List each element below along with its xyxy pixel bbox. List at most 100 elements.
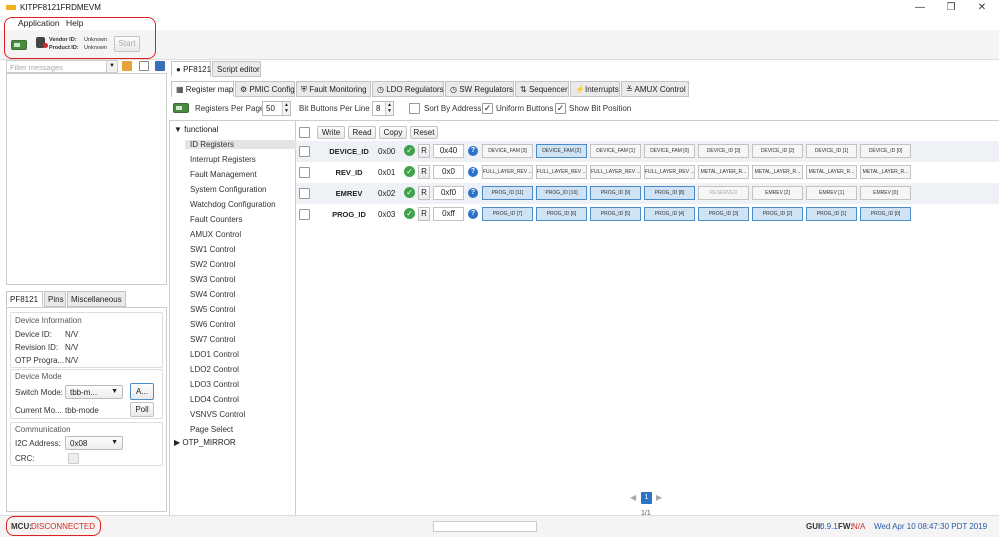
close-button[interactable]: ✕: [972, 1, 992, 15]
tree-item[interactable]: SW3 Control: [190, 275, 235, 284]
tab-script-editor[interactable]: Script editor: [212, 61, 261, 77]
show-bit-position-checkbox[interactable]: ✓: [555, 103, 566, 114]
spinner-arrows-icon[interactable]: ▲ ▼: [282, 102, 290, 115]
i2c-address-select[interactable]: 0x08 ▼: [65, 436, 123, 450]
tree-item[interactable]: System Configuration: [190, 185, 266, 194]
bit-button[interactable]: DEVICE_FAM [2]: [536, 144, 587, 158]
tree-item[interactable]: SW2 Control: [190, 260, 235, 269]
bit-buttons-per-line-spinner[interactable]: 8 ▲ ▼: [372, 101, 394, 116]
clear-messages-icon[interactable]: [122, 61, 132, 71]
bit-button[interactable]: METAL_LAYER_R...: [752, 165, 803, 179]
help-icon[interactable]: ?: [468, 167, 478, 177]
tab-pf8121-left[interactable]: PF8121: [6, 291, 43, 307]
tree-item[interactable]: SW4 Control: [190, 290, 235, 299]
help-icon[interactable]: ?: [468, 209, 478, 219]
row-select-checkbox[interactable]: [299, 146, 310, 157]
tab-pins[interactable]: Pins: [44, 291, 66, 307]
tree-item[interactable]: SW1 Control: [190, 245, 235, 254]
bit-button[interactable]: PROG_ID [10]: [536, 186, 587, 200]
bit-button[interactable]: PROG_ID [0]: [860, 207, 911, 221]
tree-item[interactable]: LDO1 Control: [190, 350, 239, 359]
bit-button[interactable]: RESERVED: [698, 186, 749, 200]
prev-page-icon[interactable]: ◀: [630, 493, 636, 502]
tree-item[interactable]: VSNVS Control: [190, 410, 245, 419]
next-page-icon[interactable]: ▶: [656, 493, 662, 502]
tree-item[interactable]: LDO3 Control: [190, 380, 239, 389]
reset-button[interactable]: Reset: [410, 126, 438, 139]
tree-group-functional[interactable]: ▼ functional: [174, 125, 218, 134]
write-button[interactable]: Write: [317, 126, 345, 139]
bit-button[interactable]: PROG_ID [4]: [644, 207, 695, 221]
bit-button[interactable]: PROG_ID [2]: [752, 207, 803, 221]
minimize-button[interactable]: —: [910, 1, 930, 15]
tab-pmic-config[interactable]: ⚙ PMIC Config: [235, 81, 295, 97]
bit-button[interactable]: EMREV [2]: [752, 186, 803, 200]
bit-button[interactable]: EMREV [0]: [860, 186, 911, 200]
poll-button[interactable]: Poll: [130, 402, 154, 417]
select-all-checkbox[interactable]: [299, 127, 310, 138]
tree-item[interactable]: AMUX Control: [190, 230, 241, 239]
uniform-buttons-checkbox[interactable]: ✓: [482, 103, 493, 114]
bit-button[interactable]: FULL_LAYER_REV ...: [644, 165, 695, 179]
bit-button[interactable]: DEVICE_FAM [3]: [482, 144, 533, 158]
row-select-checkbox[interactable]: [299, 188, 310, 199]
bit-button[interactable]: DEVICE_FAM [0]: [644, 144, 695, 158]
row-select-checkbox[interactable]: [299, 209, 310, 220]
bit-button[interactable]: PROG_ID [11]: [482, 186, 533, 200]
switch-mode-select[interactable]: tbb-m... ▼: [65, 385, 123, 399]
bit-button[interactable]: DEVICE_ID [1]: [806, 144, 857, 158]
tree-item[interactable]: Watchdog Configuration: [190, 200, 276, 209]
read-button[interactable]: Read: [348, 126, 376, 139]
read-register-button[interactable]: R: [418, 207, 430, 221]
spinner-arrows-icon[interactable]: ▲ ▼: [385, 102, 393, 115]
row-select-checkbox[interactable]: [299, 167, 310, 178]
page-number-button[interactable]: 1: [641, 492, 652, 504]
tree-item[interactable]: Interrupt Registers: [190, 155, 256, 164]
tab-fault-monitoring[interactable]: ⛨ Fault Monitoring: [296, 81, 371, 97]
tree-item[interactable]: SW7 Control: [190, 335, 235, 344]
bit-button[interactable]: METAL_LAYER_R...: [806, 165, 857, 179]
tab-amux-control[interactable]: ≚ AMUX Control: [621, 81, 689, 97]
bit-button[interactable]: FULL_LAYER_REV ...: [536, 165, 587, 179]
bit-button[interactable]: PROG_ID [9]: [590, 186, 641, 200]
apply-mode-button[interactable]: A...: [130, 383, 154, 400]
filter-messages-input[interactable]: Filter messages: [6, 60, 118, 73]
tree-item[interactable]: LDO4 Control: [190, 395, 239, 404]
tree-item[interactable]: LDO2 Control: [190, 365, 239, 374]
help-icon[interactable]: ?: [468, 188, 478, 198]
bit-button[interactable]: DEVICE_FAM [1]: [590, 144, 641, 158]
tree-item[interactable]: Fault Counters: [190, 215, 242, 224]
tab-interrupts[interactable]: ⚡Interrupts: [570, 81, 620, 97]
bit-button[interactable]: DEVICE_ID [0]: [860, 144, 911, 158]
copy-button[interactable]: Copy: [379, 126, 407, 139]
tab-sw-regulators[interactable]: ◷ SW Regulators: [445, 81, 514, 97]
tab-sequencer[interactable]: ⇅ Sequencer: [515, 81, 569, 97]
bit-button[interactable]: PROG_ID [3]: [698, 207, 749, 221]
bit-button[interactable]: FULL_LAYER_REV ...: [590, 165, 641, 179]
register-value-input[interactable]: 0x0: [433, 165, 464, 179]
tree-group-otp-mirror[interactable]: ▶ OTP_MIRROR: [174, 438, 236, 447]
tab-register-map[interactable]: ▦ Register map: [171, 81, 234, 97]
filter-dropdown-icon[interactable]: ▼: [106, 60, 118, 73]
bit-button[interactable]: FULL_LAYER_REV ...: [482, 165, 533, 179]
auto-refresh-toggle[interactable]: [173, 103, 189, 113]
bit-button[interactable]: METAL_LAYER_R...: [860, 165, 911, 179]
tree-item[interactable]: Fault Management: [190, 170, 257, 179]
read-register-button[interactable]: R: [418, 144, 430, 158]
bit-button[interactable]: DEVICE_ID [2]: [752, 144, 803, 158]
bit-button[interactable]: PROG_ID [8]: [644, 186, 695, 200]
sort-by-address-checkbox[interactable]: [409, 103, 420, 114]
read-register-button[interactable]: R: [418, 165, 430, 179]
registers-per-page-spinner[interactable]: 50 ▲ ▼: [262, 101, 291, 116]
pause-icon[interactable]: [139, 61, 149, 71]
register-value-input[interactable]: 0x40: [433, 144, 464, 158]
bit-button[interactable]: PROG_ID [1]: [806, 207, 857, 221]
tab-ldo-regulators[interactable]: ◷ LDO Regulators: [372, 81, 444, 97]
register-value-input[interactable]: 0xf0: [433, 186, 464, 200]
tree-item[interactable]: SW6 Control: [190, 320, 235, 329]
bit-button[interactable]: METAL_LAYER_R...: [698, 165, 749, 179]
bit-button[interactable]: PROG_ID [7]: [482, 207, 533, 221]
tree-item[interactable]: Page Select: [190, 425, 233, 434]
save-log-icon[interactable]: [155, 61, 165, 71]
tab-pf8121-main[interactable]: ● PF8121: [171, 61, 211, 77]
